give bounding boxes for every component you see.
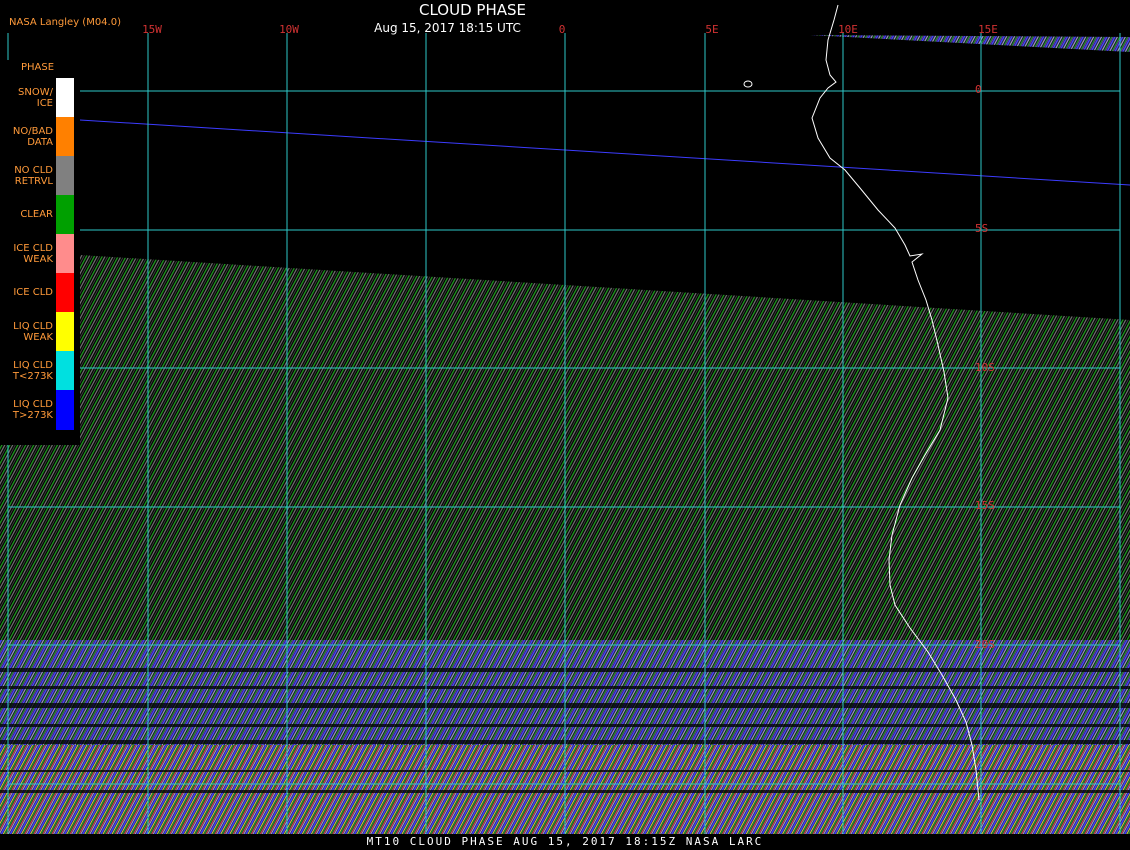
- legend-item-no-bad-data: NO/BAD DATA: [0, 117, 80, 156]
- legend-label: SNOW/ ICE: [18, 86, 53, 109]
- satellite-map: [0, 4, 1130, 835]
- legend-item-liq-cld-weak: LIQ CLD WEAK: [0, 312, 80, 351]
- legend-item-clear: CLEAR: [0, 195, 80, 234]
- legend-item-ice-cld: ICE CLD: [0, 273, 80, 312]
- legend-item-no-cld-retrvl: NO CLD RETRVL: [0, 156, 80, 195]
- legend-label: ICE CLD WEAK: [13, 242, 53, 265]
- legend-item-liq-cld-cold: LIQ CLD T<273K: [0, 351, 80, 390]
- legend-swatch: [56, 195, 74, 234]
- footer-caption: MT10 CLOUD PHASE AUG 15, 2017 18:15Z NAS…: [0, 834, 1130, 850]
- lat-label-0: 0: [975, 83, 982, 96]
- boundary-line: [79, 119, 1130, 186]
- legend-swatch: [56, 234, 74, 273]
- legend-label: LIQ CLD T>273K: [12, 399, 53, 421]
- lat-label-20s: 20S: [975, 638, 995, 651]
- lon-label-10e: 10E: [838, 23, 858, 36]
- legend-swatch: [56, 312, 74, 351]
- map-datetime: Aug 15, 2017 18:15 UTC: [374, 21, 521, 35]
- lat-label-15s: 15S: [975, 499, 995, 512]
- map-title: CLOUD PHASE: [419, 1, 526, 19]
- top-right-swath: [810, 35, 1130, 52]
- legend-swatch: [56, 117, 74, 156]
- lat-label-10s: 10S: [975, 361, 995, 374]
- legend-swatch: [56, 351, 74, 390]
- legend-label: LIQ CLD T<273K: [12, 359, 53, 382]
- island-shape: [743, 80, 753, 88]
- legend-heading: PHASE: [21, 62, 55, 73]
- legend-label: CLEAR: [20, 209, 53, 220]
- legend-label: NO CLD RETRVL: [14, 164, 53, 187]
- lon-label-10w: 10W: [279, 23, 299, 36]
- legend-swatch: [56, 156, 74, 195]
- lon-label-0: 0: [558, 23, 566, 36]
- lat-label-5s: 5S: [975, 222, 989, 235]
- legend-item-ice-cld-weak: ICE CLD WEAK: [0, 234, 80, 273]
- lon-label-15w: 15W: [142, 23, 162, 36]
- legend-label: NO/BAD DATA: [12, 125, 53, 148]
- legend-label: LIQ CLD WEAK: [13, 320, 53, 343]
- green-swath: [80, 255, 1130, 660]
- provider-label: NASA Langley (M04.0): [9, 17, 121, 28]
- legend-label: ICE CLD: [13, 287, 53, 298]
- legend-item-snow-ice: SNOW/ ICE: [0, 78, 80, 117]
- legend-swatch: [56, 390, 74, 430]
- lon-label-5e: 5E: [705, 23, 719, 36]
- legend-swatch: [56, 273, 74, 312]
- lon-label-15e: 15E: [978, 23, 998, 36]
- left-swath-strip: [0, 440, 80, 660]
- legend-item-liq-cld-warm: LIQ CLD T>273K: [0, 390, 80, 430]
- legend-swatch: [56, 78, 74, 117]
